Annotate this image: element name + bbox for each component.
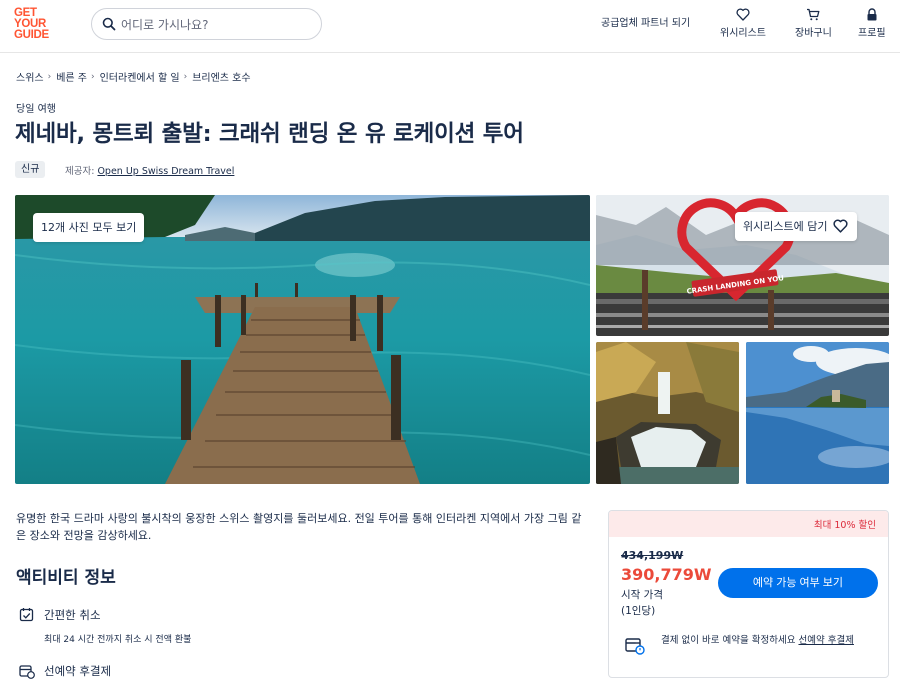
reserve-now-pay-later-title: 선예약 후결제 [44,664,112,678]
add-to-wishlist-button[interactable]: 위시리스트에 담기 [735,212,858,241]
nav-profile[interactable]: 프로필 [858,8,886,39]
activity-info-title: 액티비티 정보 [16,568,116,588]
sale-price: 390,779W [621,565,712,584]
reserve-info-text: 결제 없이 바로 예약을 확정하세요 [661,635,799,646]
nav-profile-label: 프로필 [858,28,886,39]
nav-wishlist-label: 위시리스트 [720,28,766,39]
discount-banner: 최대 10% 할인 [609,511,888,537]
heart-icon [833,219,849,233]
waterfall-image [596,342,739,484]
product-description: 유명한 한국 드라마 사랑의 불시착의 웅장한 스위스 촬영지를 둘러보세요. … [16,512,582,542]
provider-info: 제공자: Open Up Swiss Dream Travel [65,163,234,177]
new-badge: 신규 [15,161,46,178]
provider-link[interactable]: Open Up Swiss Dream Travel [97,166,234,177]
photo-lake-castle[interactable] [746,342,889,484]
lock-icon [867,8,877,21]
search-box[interactable] [91,8,322,40]
become-partner-link[interactable]: 공급업체 파트너 되기 [601,14,690,29]
chevron-right-icon: › [183,71,188,82]
breadcrumb-item-brienz[interactable]: 브리엔츠 호수 [192,69,250,84]
product-category: 당일 여행 [16,104,56,115]
check-availability-button[interactable]: 예약 가능 여부 보기 [718,568,878,598]
free-cancellation-subtitle: 최대 24 시간 전까지 취소 시 전액 환불 [44,635,192,645]
chevron-right-icon: › [91,71,95,82]
price-from-label: 시작 가격 [621,589,663,601]
provider-label: 제공자: [65,166,95,177]
breadcrumb-item-bern[interactable]: 베른 주 [56,69,87,84]
calendar-check-icon [19,608,34,622]
page-title: 제네바, 몽트뢰 출발: 크래쉬 랜딩 온 유 로케이션 투어 [15,121,524,147]
per-person-label: (1인당) [621,605,656,617]
reserve-info: 결제 없이 바로 예약을 확정하세요 선예약 후결제 [661,633,883,648]
site-header: GET YOUR GUIDE 공급업체 파트너 되기 위시리스트 장바구니 프로… [0,0,900,53]
getyourguide-logo[interactable]: GET YOUR GUIDE [14,7,58,41]
heart-icon [736,8,750,21]
free-cancellation-title: 간편한 취소 [44,608,101,622]
nav-wishlist[interactable]: 위시리스트 [720,8,766,39]
add-to-wishlist-label: 위시리스트에 담기 [743,220,828,233]
photo-waterfall[interactable] [596,342,739,484]
calendar-card-icon [19,665,35,679]
lake-castle-image [746,342,889,484]
photo-heart-sign[interactable]: CRASH LANDING ON YOU 위시리스트에 담기 [596,195,889,336]
cart-icon [807,8,820,21]
search-icon [102,17,116,31]
view-all-photos-button[interactable]: 12개 사진 모두 보기 [33,213,145,242]
breadcrumb: 스위스 › 베른 주 › 인터라켄에서 할 일 › 브리엔츠 호수 [16,69,251,85]
nav-cart-label: 장바구니 [795,28,832,39]
chevron-right-icon: › [47,71,52,82]
booking-card: 최대 10% 할인 434,199W 390,779W 시작 가격 (1인당) … [608,510,889,678]
main-photo-lake-pier[interactable]: 12개 사진 모두 보기 [15,195,590,484]
search-input[interactable] [121,15,311,35]
breadcrumb-item-switzerland[interactable]: 스위스 [16,69,44,84]
discount-label: 최대 10% 할인 [813,520,876,531]
original-price: 434,199W [621,549,684,562]
breadcrumb-item-interlaken[interactable]: 인터라켄에서 할 일 [100,69,180,84]
reserve-now-pay-later-link[interactable]: 선예약 후결제 [798,635,853,646]
calendar-card-icon [625,638,645,655]
nav-cart[interactable]: 장바구니 [795,8,832,39]
logo-line-3: GUIDE [14,29,49,41]
